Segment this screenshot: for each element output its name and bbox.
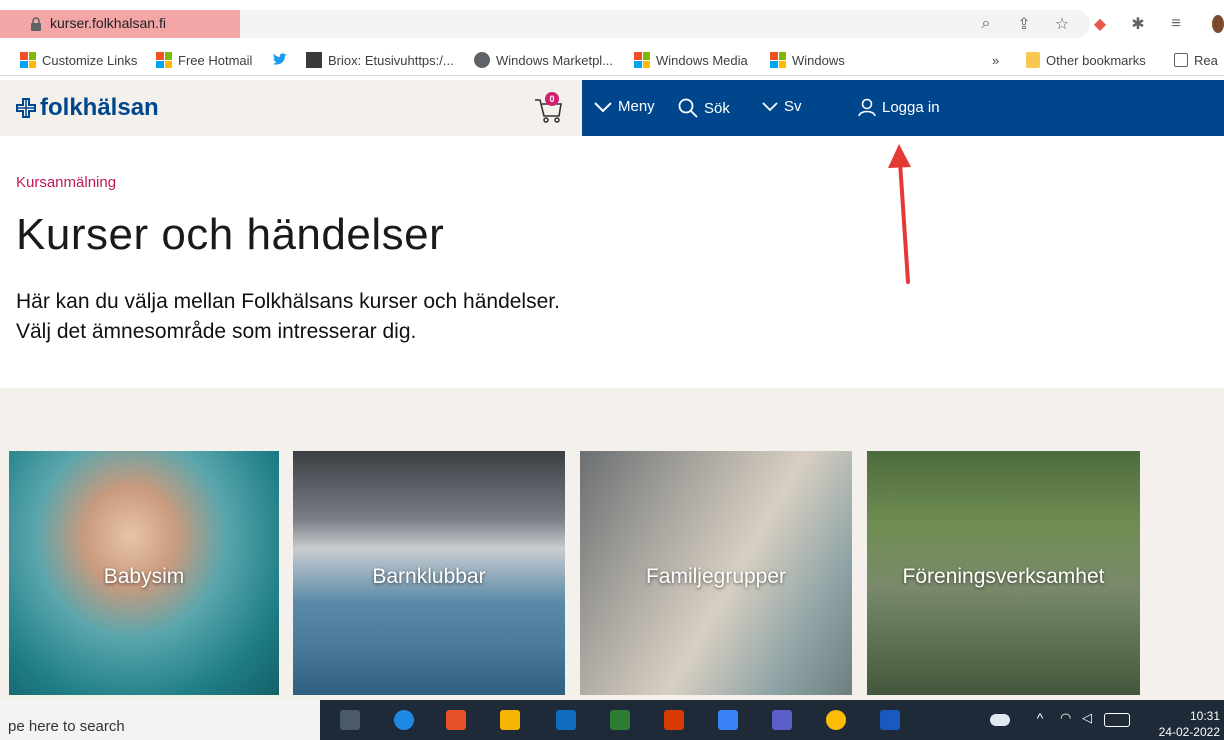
bookmark-windows-marketplace[interactable]: Windows Marketpl... [474, 51, 613, 69]
briox-icon [306, 52, 322, 68]
category-card-foreningsverksamhet[interactable]: Föreningsverksamhet [867, 451, 1140, 695]
globe-icon [474, 52, 490, 68]
intro-line: Här kan du välja mellan Folkhälsans kurs… [16, 290, 560, 313]
other-bookmarks[interactable]: Other bookmarks [1026, 51, 1146, 69]
bookmark-briox[interactable]: Briox: Etusivuhttps:/... [306, 51, 454, 69]
bookmark-label: Windows [792, 52, 845, 68]
share-icon[interactable]: ⇪ [1014, 14, 1034, 34]
chrome-icon[interactable] [826, 710, 846, 730]
chevron-down-icon [762, 101, 778, 111]
logo[interactable]: folkhälsan [16, 94, 159, 122]
reading-list-label: Rea [1194, 52, 1218, 68]
bookmarks-overflow-button[interactable]: » [992, 51, 999, 69]
bookmark-label: Customize Links [42, 52, 138, 68]
windows-logo-icon [634, 52, 650, 68]
category-label: Babysim [103, 565, 185, 588]
category-label: Föreningsverksamhet [902, 565, 1105, 588]
taskbar-search-text: pe here to search [8, 718, 125, 735]
onedrive-icon[interactable] [990, 714, 1010, 726]
search-button[interactable]: Sök [678, 98, 730, 118]
edge-icon[interactable] [394, 710, 414, 730]
teams-icon[interactable] [772, 710, 792, 730]
category-card-familjegrupper[interactable]: Familjegrupper [580, 451, 852, 695]
url-text[interactable]: kurser.folkhalsan.fi [50, 15, 166, 31]
word-icon[interactable] [880, 710, 900, 730]
other-bookmarks-label: Other bookmarks [1046, 52, 1146, 68]
outlook-icon[interactable] [556, 710, 576, 730]
bookmark-free-hotmail[interactable]: Free Hotmail [156, 51, 252, 69]
header-nav: Meny Sök Sv Logga in [582, 80, 1224, 136]
intro-line: Välj det ämnesområde som intresserar dig… [16, 320, 417, 343]
menu-label: Meny [618, 98, 655, 115]
category-card-barnklubbar[interactable]: Barnklubbar [293, 451, 565, 695]
office-icon[interactable] [664, 710, 684, 730]
bookmark-windows-media[interactable]: Windows Media [634, 51, 748, 69]
intro-text: Här kan du välja mellan Folkhälsans kurs… [16, 287, 560, 347]
zoom-icon[interactable]: ⌕ [976, 14, 996, 34]
windows-logo-icon [770, 52, 786, 68]
language-button[interactable]: Sv [762, 98, 802, 115]
browser-address-row: kurser.folkhalsan.fi ⌕ ⇪ ☆ ◆ ✱ ≡ [0, 0, 1224, 42]
app-s-blue-icon[interactable] [718, 710, 738, 730]
clock-time: 10:31 [1189, 709, 1220, 723]
chevron-down-icon [594, 101, 612, 112]
category-card-babysim[interactable]: Babysim [9, 451, 279, 695]
bookmark-twitter[interactable] [272, 51, 288, 69]
folder-icon [1026, 52, 1040, 68]
file-explorer-icon[interactable] [500, 710, 520, 730]
windows-logo-icon [156, 52, 172, 68]
reading-list-icon[interactable]: ≡ [1166, 14, 1186, 34]
language-label: Sv [784, 98, 802, 115]
puzzle-icon[interactable]: ✱ [1128, 14, 1148, 34]
login-button[interactable]: Logga in [858, 98, 940, 116]
search-icon [678, 98, 698, 118]
windows-logo-icon [20, 52, 36, 68]
chevron-up-icon[interactable]: ^ [1030, 710, 1050, 730]
site-header: folkhälsan 0 Meny Sök Sv Logga in [0, 80, 1224, 136]
folkhalsan-cross-icon [16, 98, 36, 118]
bookmark-label: Free Hotmail [178, 52, 253, 68]
bookmarks-bar: Customize Links Free Hotmail Briox: Etus… [0, 44, 1224, 76]
overflow-label: » [992, 52, 1000, 68]
breadcrumb[interactable]: Kursanmälning [16, 174, 116, 191]
bookmark-label: Windows Marketpl... [496, 52, 614, 68]
page-title: Kurser och händelser [16, 210, 445, 259]
bookmark-label: Briox: Etusivuhttps:/... [328, 52, 454, 68]
header-left: folkhälsan 0 [0, 80, 582, 136]
keyboard-icon[interactable] [1104, 713, 1130, 727]
app-dollar-icon[interactable] [610, 710, 630, 730]
app-s-orange-icon[interactable] [446, 710, 466, 730]
calculator-icon[interactable] [340, 710, 360, 730]
user-icon [858, 98, 876, 116]
bookmark-label: Windows Media [656, 52, 748, 68]
volume-icon[interactable]: ◁ [1082, 710, 1102, 730]
login-label: Logga in [882, 98, 940, 116]
bookmark-customize-links[interactable]: Customize Links [20, 51, 137, 69]
bookmark-windows[interactable]: Windows [770, 51, 845, 69]
extension-red-icon[interactable]: ◆ [1090, 14, 1110, 34]
reading-list-icon [1174, 53, 1188, 67]
wifi-icon[interactable]: ◠ [1060, 710, 1080, 730]
address-icons: ⌕ ⇪ ☆ ◆ ✱ ≡ [976, 12, 1224, 36]
avatar[interactable] [1204, 14, 1224, 34]
cart-count-badge: 0 [545, 92, 559, 106]
category-label: Barnklubbar [372, 565, 486, 588]
twitter-icon [273, 53, 287, 65]
taskbar-clock[interactable]: 10:31 24-02-2022 [1159, 708, 1220, 740]
reading-list[interactable]: Rea [1174, 51, 1218, 69]
category-label: Familjegrupper [645, 565, 787, 588]
clock-date: 24-02-2022 [1158, 725, 1220, 739]
star-icon[interactable]: ☆ [1052, 14, 1072, 34]
lock-icon [31, 17, 41, 31]
menu-button[interactable]: Meny [594, 98, 655, 115]
search-label: Sök [704, 99, 730, 117]
taskbar-search[interactable]: pe here to search [0, 700, 320, 740]
taskbar: pe here to search ^ ◠ ◁ 10:31 24-02-2022 [0, 700, 1224, 740]
logo-text: folkhälsan [40, 94, 159, 121]
annotation-arrow [888, 144, 911, 284]
